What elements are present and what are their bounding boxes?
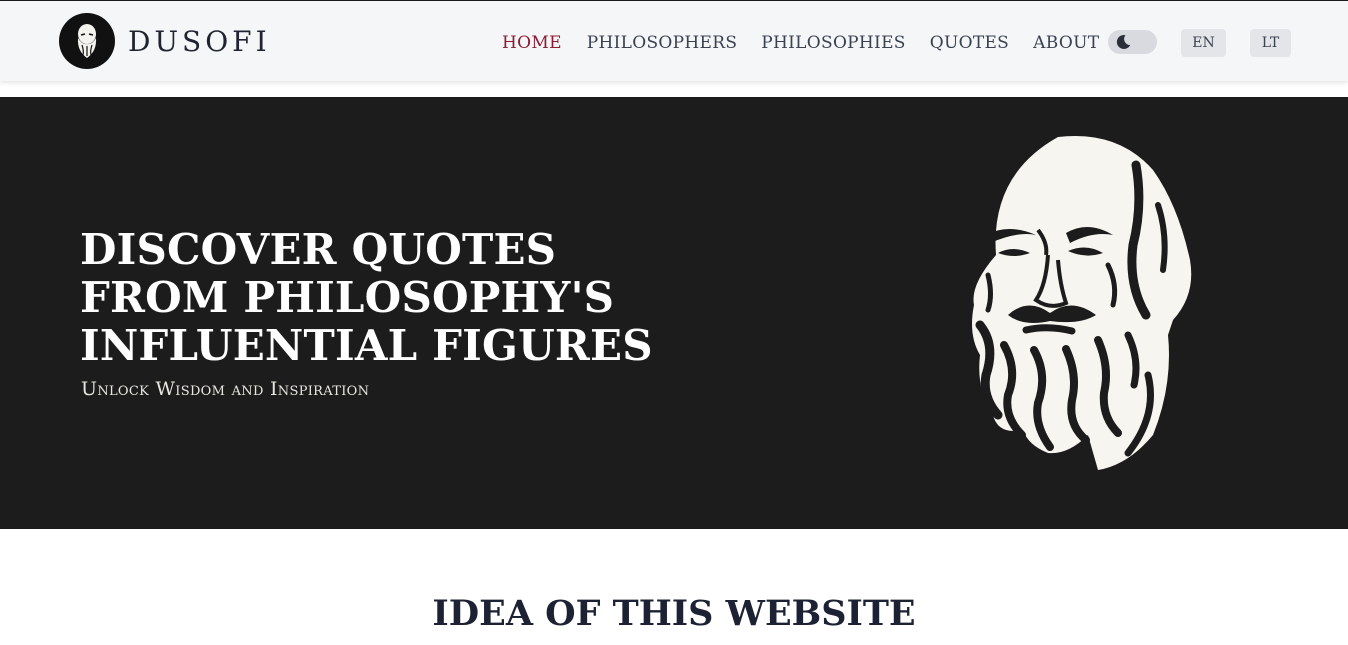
language-en-button[interactable]: EN — [1181, 29, 1226, 57]
section-title: IDEA OF THIS WEBSITE — [432, 593, 916, 634]
nav-philosophies[interactable]: PHILOSOPHIES — [761, 29, 905, 57]
hero-title: DISCOVER QUOTES FROM PHILOSOPHY'S INFLUE… — [80, 226, 700, 370]
philosopher-portrait-icon — [59, 13, 115, 69]
hero-subtitle: Unlock Wisdom and Inspiration — [81, 378, 370, 400]
hero-title-line: INFLUENTIAL FIGURES — [80, 321, 653, 370]
socrates-portrait-icon — [968, 135, 1198, 475]
nav-about[interactable]: ABOUT — [1033, 29, 1099, 57]
main-nav: HOME PHILOSOPHERS PHILOSOPHIES QUOTES AB… — [502, 29, 1099, 57]
language-lt-button[interactable]: LT — [1250, 29, 1291, 57]
nav-quotes[interactable]: QUOTES — [930, 29, 1009, 57]
nav-home[interactable]: HOME — [502, 29, 562, 57]
hero-title-line: DISCOVER QUOTES — [80, 225, 557, 274]
theme-toggle[interactable] — [1108, 30, 1157, 54]
brand-name: DUSOFI — [128, 24, 271, 58]
site-header: DUSOFI HOME PHILOSOPHERS PHILOSOPHIES QU… — [0, 1, 1348, 81]
moon-icon — [1114, 33, 1132, 51]
hero-title-line: FROM PHILOSOPHY'S — [80, 273, 615, 322]
hero-banner: DISCOVER QUOTES FROM PHILOSOPHY'S INFLUE… — [0, 97, 1348, 529]
brand-home-link[interactable]: DUSOFI — [59, 13, 271, 69]
page: DUSOFI HOME PHILOSOPHERS PHILOSOPHIES QU… — [0, 0, 1348, 645]
nav-philosophers[interactable]: PHILOSOPHERS — [587, 29, 738, 57]
